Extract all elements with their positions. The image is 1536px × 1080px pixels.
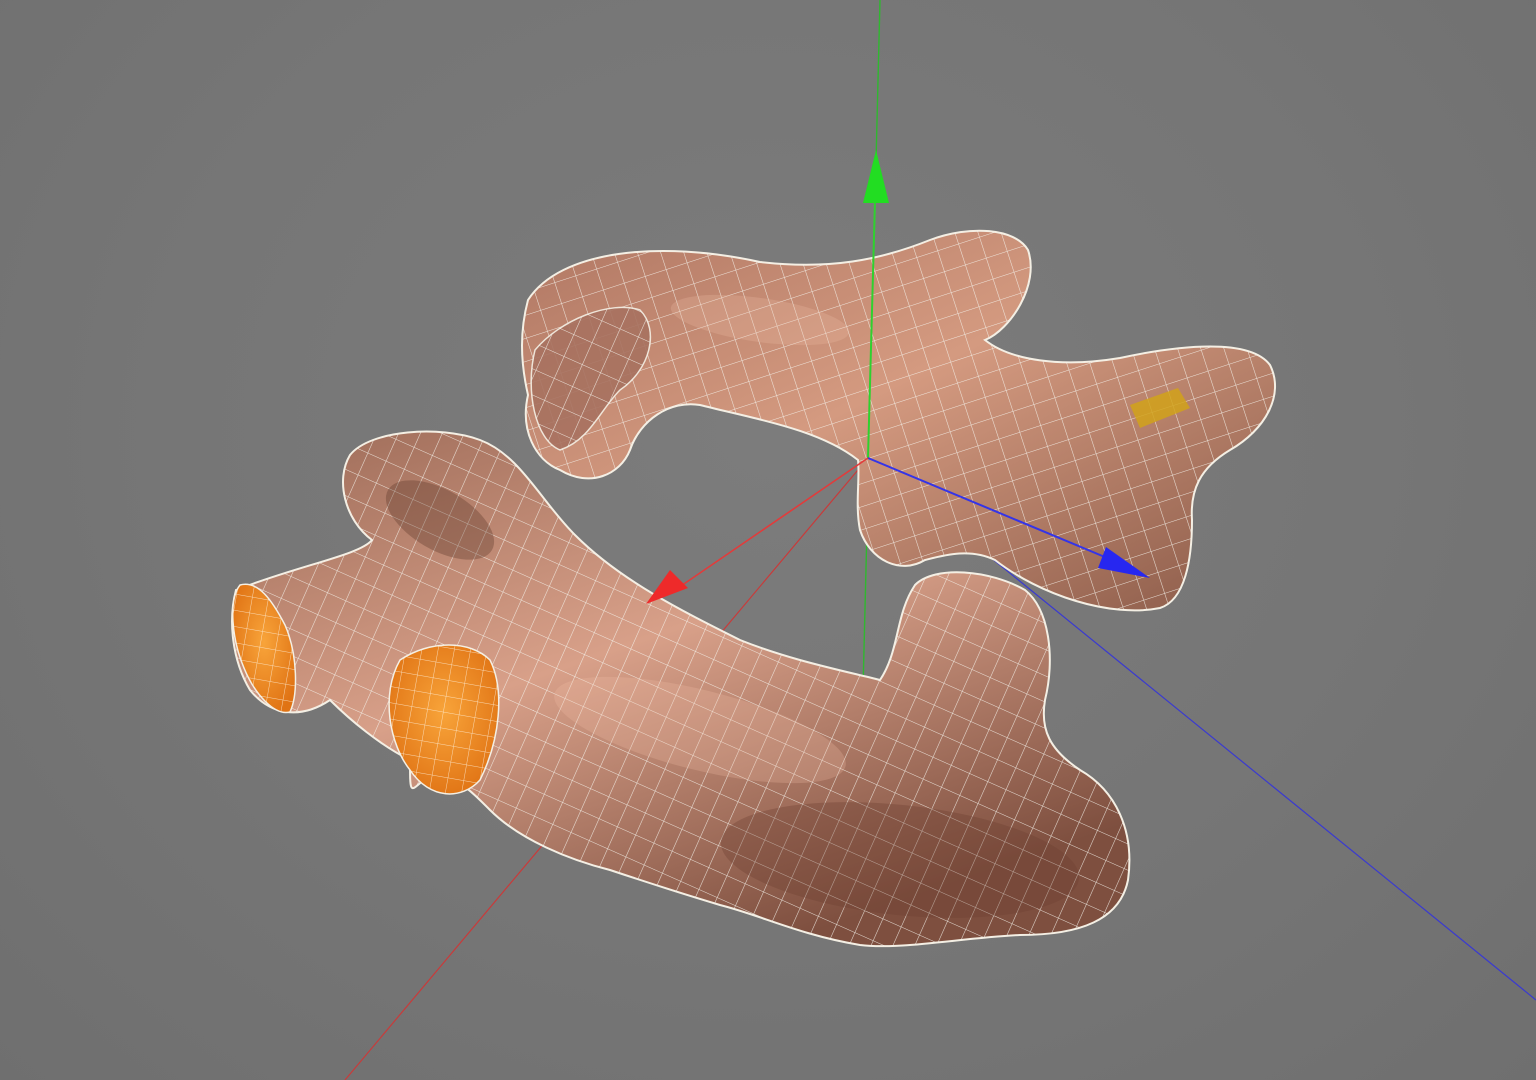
x-axis-shaft — [677, 457, 869, 589]
cut-face-front[interactable] — [388, 644, 500, 795]
ginger-piece-back[interactable] — [521, 229, 1276, 612]
3d-viewport[interactable] — [0, 0, 1536, 1080]
x-axis-handle[interactable] — [646, 570, 688, 604]
viewport-canvas[interactable] — [0, 0, 1536, 1080]
y-axis-handle[interactable] — [863, 150, 889, 203]
